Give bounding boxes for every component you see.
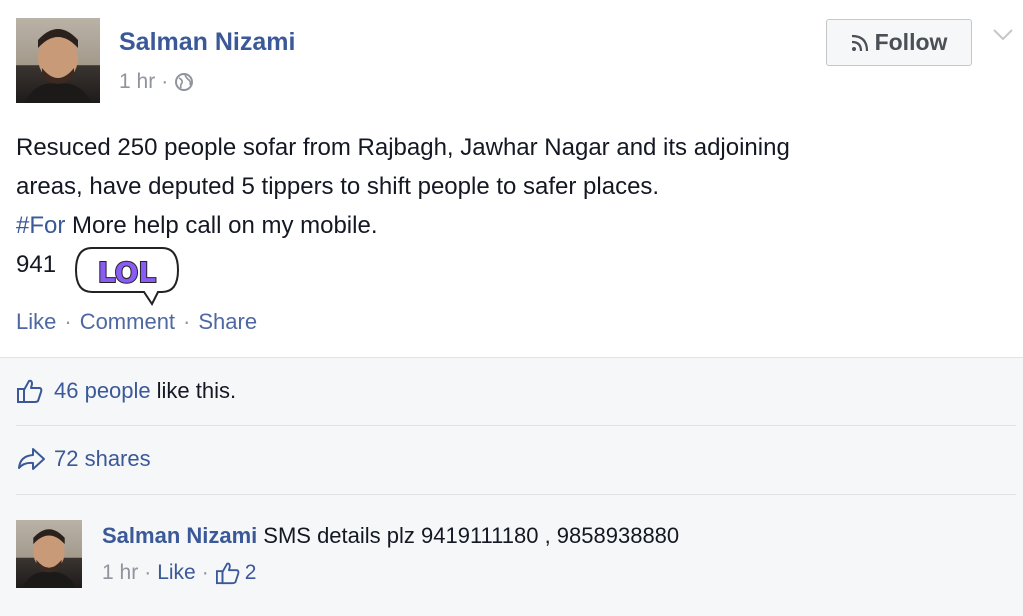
- like-link[interactable]: Like: [16, 309, 56, 335]
- comment-body: Salman Nizami SMS details plz 9419111180 …: [102, 523, 679, 549]
- comment-like-link[interactable]: Like: [157, 561, 196, 585]
- commenter-avatar[interactable]: [16, 520, 82, 588]
- comment-link[interactable]: Comment: [80, 309, 175, 335]
- rss-icon: [851, 34, 868, 51]
- likes-count-link[interactable]: 46 people: [54, 378, 151, 404]
- thumbs-up-icon: [17, 379, 43, 403]
- likes-text: like this.: [156, 378, 237, 403]
- globe-icon[interactable]: [174, 72, 194, 92]
- post-line-3-rest: More help call on my mobile.: [65, 212, 378, 239]
- share-link[interactable]: Share: [198, 309, 257, 335]
- post-line-3: #For More help call on my mobile.: [16, 206, 1006, 245]
- phone-start: 941: [16, 251, 57, 278]
- thumbs-up-icon: [215, 562, 240, 585]
- comment-meta: 1 hr · Like · 2: [102, 561, 256, 585]
- comment-like-count[interactable]: 2: [245, 561, 257, 585]
- follow-button[interactable]: Follow: [826, 19, 972, 66]
- shares-count-link[interactable]: 72 shares: [54, 446, 151, 472]
- post-line-2: areas, have deputed 5 tippers to shift p…: [16, 173, 660, 200]
- share-arrow-icon: [18, 448, 45, 470]
- likes-summary: 46 people like this.: [16, 378, 236, 404]
- ufi-divider: [16, 494, 1016, 495]
- meta-separator: ·: [144, 561, 152, 584]
- comment-time[interactable]: 1 hr: [102, 561, 138, 585]
- post-time[interactable]: 1 hr: [119, 70, 155, 94]
- author-avatar[interactable]: [16, 18, 100, 103]
- chevron-down-icon: [993, 29, 1013, 41]
- lol-sticker-text: LOL: [98, 256, 157, 289]
- post-line-1: Resuced 250 people sofar from Rajbagh, J…: [16, 134, 790, 161]
- action-separator: ·: [183, 309, 191, 334]
- follow-label: Follow: [874, 29, 948, 55]
- lol-sticker: LOL: [72, 244, 182, 306]
- action-separator: ·: [64, 309, 72, 334]
- post-meta: 1 hr ·: [119, 70, 194, 94]
- shares-summary: 72 shares: [16, 446, 151, 472]
- post-author-name[interactable]: Salman Nizami: [119, 28, 295, 57]
- comment-text: SMS details plz 9419111180 , 9858938880: [263, 523, 680, 548]
- hashtag-link[interactable]: #For: [16, 212, 65, 239]
- ufi-divider: [16, 425, 1016, 426]
- meta-separator: ·: [161, 70, 169, 93]
- post-actions: Like · Comment · Share: [16, 309, 257, 335]
- post-options-button[interactable]: [992, 28, 1014, 47]
- meta-separator: ·: [201, 561, 209, 584]
- comment-author-name[interactable]: Salman Nizami: [102, 523, 257, 548]
